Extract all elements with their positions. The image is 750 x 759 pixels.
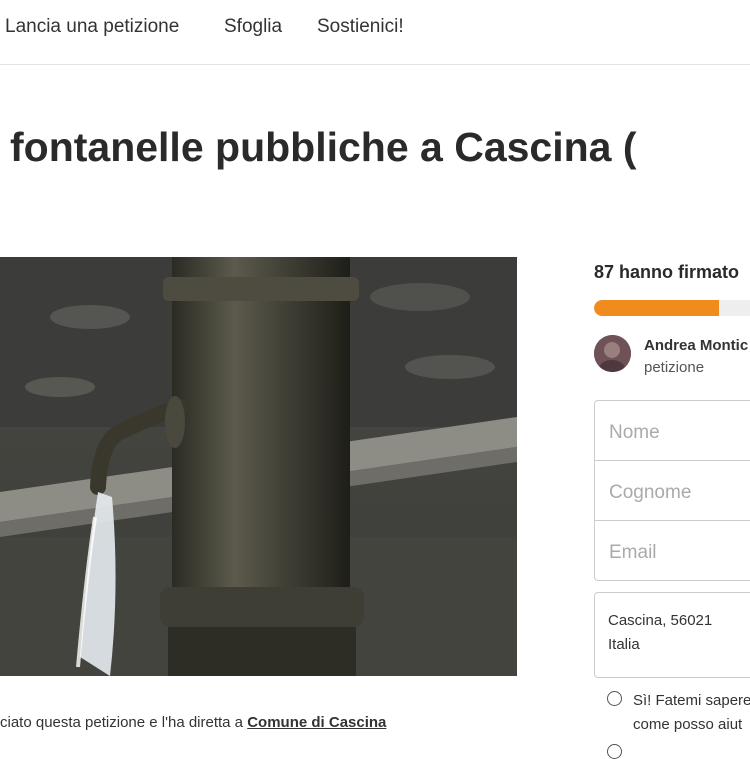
avatar-image: [594, 335, 631, 372]
first-name-placeholder: Nome: [609, 422, 660, 443]
petition-photo: [0, 257, 517, 676]
nav-browse[interactable]: Sfoglia: [224, 16, 282, 38]
signature-progress-bar: [594, 300, 750, 316]
option-no-radio[interactable]: [607, 744, 622, 759]
progress-fill: [594, 300, 719, 316]
author-name[interactable]: Andrea Montic: [644, 337, 748, 354]
signature-form: Nome Cognome Email: [594, 400, 750, 581]
location-country: Italia: [608, 636, 640, 653]
nav-start-petition[interactable]: Lancia una petizione: [5, 16, 179, 38]
nav-support[interactable]: Sostienici!: [317, 16, 404, 38]
option-yes-radio[interactable]: [607, 691, 622, 706]
option-yes-label-line2: come posso aiut: [633, 716, 743, 733]
signature-count: 87 hanno firmato: [594, 262, 740, 282]
first-name-field[interactable]: Nome: [595, 401, 750, 461]
top-nav: Lancia una petizione Sfoglia Sostienici!: [0, 0, 750, 65]
decision-maker-link[interactable]: Comune di Cascina: [247, 714, 386, 731]
petition-caption: ciato questa petizione e l'ha diretta a …: [0, 714, 386, 731]
avatar: [594, 335, 631, 372]
petition-title: fontanelle pubbliche a Cascina (: [10, 124, 637, 170]
author-role: petizione: [644, 359, 705, 376]
last-name-placeholder: Cognome: [609, 482, 692, 503]
email-field[interactable]: Email: [595, 521, 750, 580]
option-yes-label: Sì! Fatemi sapere: [633, 692, 750, 709]
location-field[interactable]: Cascina, 56021 Italia: [594, 592, 750, 678]
caption-text: ciato questa petizione e l'ha diretta a: [0, 714, 248, 731]
fountain-image: [0, 257, 517, 676]
email-placeholder: Email: [609, 542, 657, 563]
last-name-field[interactable]: Cognome: [595, 461, 750, 521]
location-city: Cascina, 56021: [608, 612, 713, 629]
